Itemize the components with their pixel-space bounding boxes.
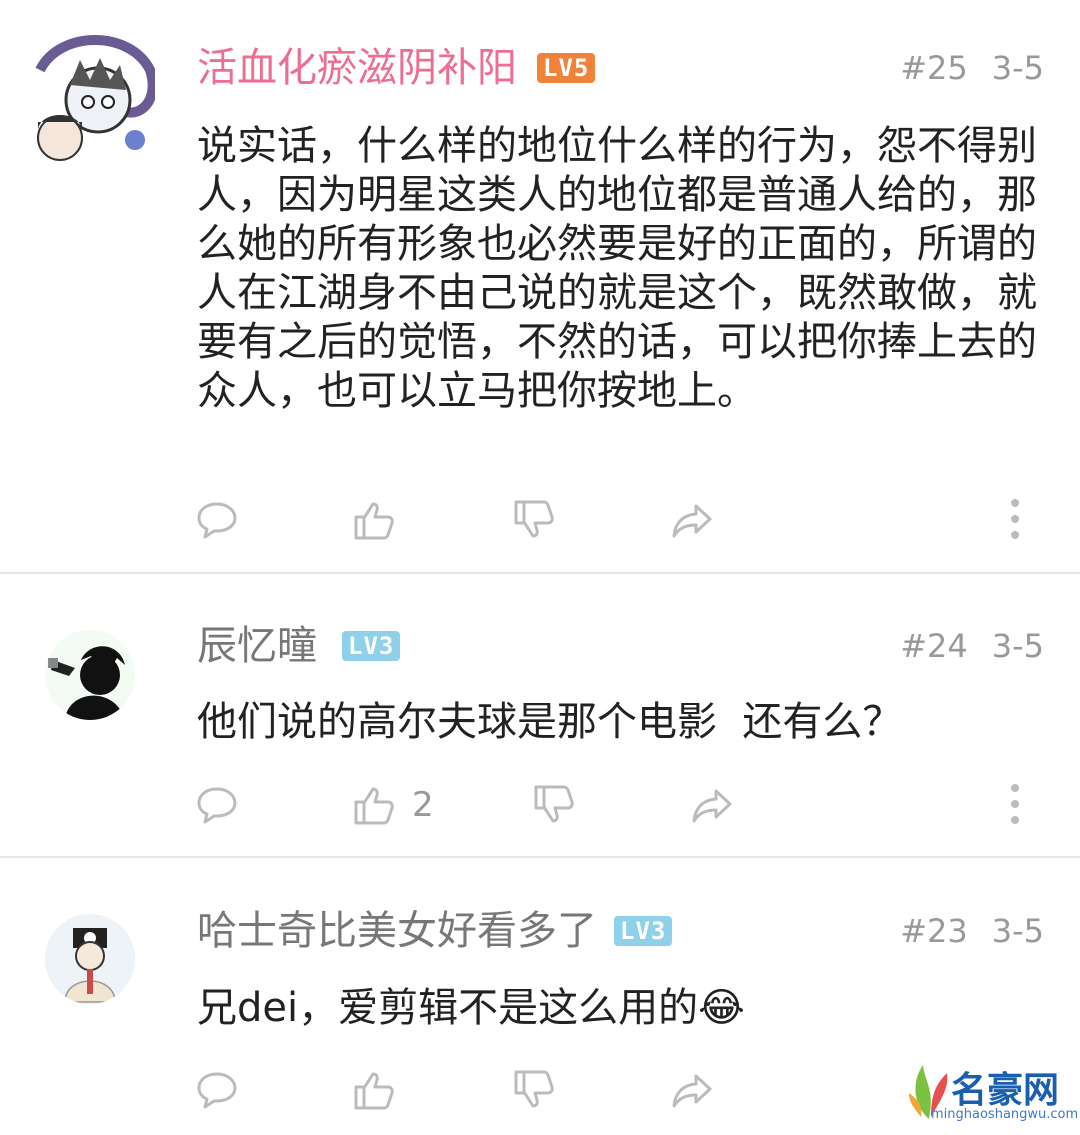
thumb-down-icon [514, 1070, 554, 1108]
comment-text: 兄dei，爱剪辑不是这么用的😂 [197, 985, 745, 1031]
comment-meta: #23 3-5 [900, 909, 1044, 953]
like-button[interactable]: 2 [352, 780, 434, 830]
username[interactable]: 哈士奇比美女好看多了 [197, 905, 597, 957]
watermark: 名豪网 minghaoshangwu.com [907, 1059, 1078, 1131]
more-options-button[interactable] [1005, 495, 1025, 545]
dislike-button[interactable] [532, 780, 576, 830]
comment-text: 说实话，什么样的地位什么样的行为，怨不得别人，因为明星这类人的地位都是普通人给的… [197, 123, 1037, 414]
floor-number: #23 [900, 912, 968, 950]
thumb-up-icon [354, 1072, 394, 1110]
comment-date: 3-5 [991, 912, 1044, 950]
floor-number: #25 [900, 49, 968, 87]
floor-number: #24 [900, 627, 968, 665]
thumb-up-icon [354, 502, 394, 540]
dislike-button[interactable] [512, 495, 556, 545]
share-arrow-icon [672, 1074, 712, 1108]
like-count: 2 [412, 785, 434, 825]
level-badge: LV3 [342, 631, 401, 661]
comment-text: 他们说的高尔夫球是那个电影 还有么？ [197, 699, 903, 745]
comment-item: 辰忆曈 LV3 #24 3-5 他们说的高尔夫球是那个电影 还有么？ 2 [0, 574, 1080, 856]
avatar[interactable] [20, 30, 155, 165]
dislike-button[interactable] [512, 1065, 556, 1115]
comment-meta: #24 3-5 [900, 624, 1044, 668]
comment-item: 活血化瘀滋阴补阳 LV5 #25 3-5 说实话，什么样的地位什么样的行为，怨不得… [0, 0, 1080, 572]
watermark-url: minghaoshangwu.com [931, 1107, 1079, 1122]
reply-button[interactable] [195, 495, 239, 545]
comment-bubble-icon [197, 787, 237, 824]
avatar[interactable] [45, 914, 135, 1004]
comment-actions: 2 [0, 780, 1080, 840]
reply-button[interactable] [195, 780, 239, 830]
like-button[interactable] [352, 1065, 412, 1115]
comment-actions [0, 495, 1080, 555]
comment-date: 3-5 [991, 627, 1044, 665]
comment-bubble-icon [197, 1072, 237, 1109]
comment-date: 3-5 [991, 49, 1044, 87]
watermark-title: 名豪网 [951, 1070, 1060, 1111]
level-badge: LV3 [614, 916, 673, 946]
more-vertical-icon [1005, 499, 1025, 539]
share-arrow-icon [672, 504, 712, 538]
share-button[interactable] [670, 495, 714, 545]
share-button[interactable] [690, 780, 734, 830]
avatar[interactable] [45, 630, 135, 720]
thumb-down-icon [514, 500, 554, 538]
like-button[interactable] [352, 495, 412, 545]
thumb-up-icon [354, 787, 394, 825]
reply-button[interactable] [195, 1065, 239, 1115]
level-badge: LV5 [537, 53, 596, 83]
share-arrow-icon [692, 789, 732, 823]
thumb-down-icon [534, 785, 574, 823]
username[interactable]: 辰忆曈 [197, 620, 317, 672]
username[interactable]: 活血化瘀滋阴补阳 [197, 42, 517, 94]
comment-bubble-icon [197, 502, 237, 539]
more-vertical-icon [1005, 784, 1025, 824]
comment-meta: #25 3-5 [900, 46, 1044, 90]
share-button[interactable] [670, 1065, 714, 1115]
more-options-button[interactable] [1005, 780, 1025, 830]
